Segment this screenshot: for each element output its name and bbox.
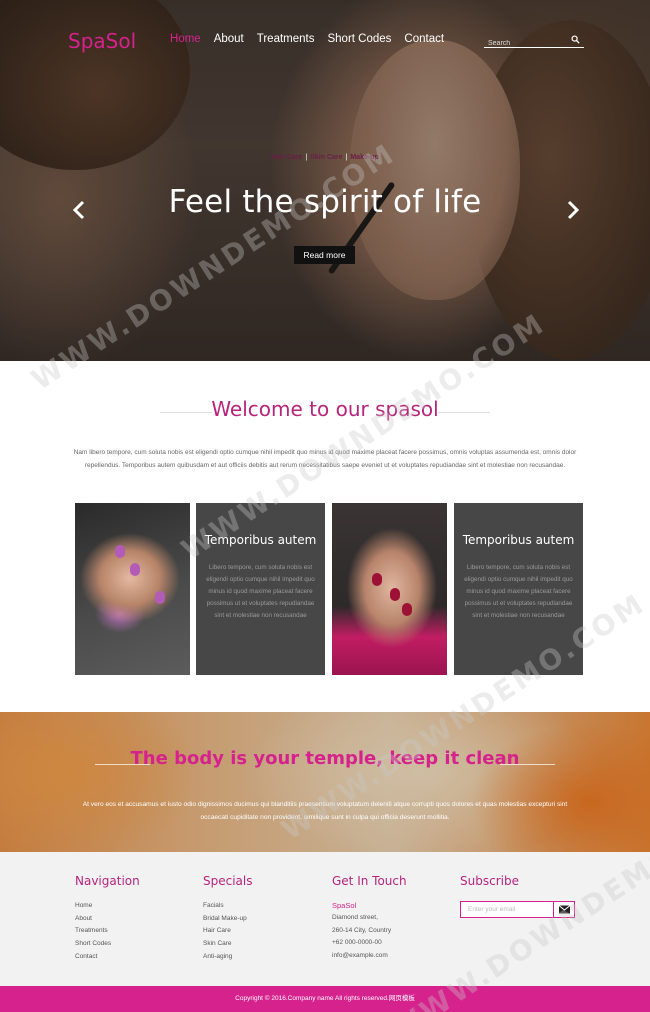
footer-brand: SpaSol	[332, 901, 357, 910]
quote-title: The body is your temple, keep it clean	[130, 748, 520, 769]
quote-band-overlay	[0, 712, 650, 852]
footer-link[interactable]: Bridal Make-up	[203, 913, 253, 926]
nail-shape	[402, 603, 412, 616]
service-card: Temporibus autem Libero tempore, cum sol…	[196, 503, 325, 675]
read-more-button[interactable]: Read more	[294, 246, 355, 264]
footer-link[interactable]: Contact	[75, 951, 140, 964]
quote-band	[0, 712, 650, 852]
footer-link[interactable]: Facials	[203, 900, 253, 913]
nail-shape	[155, 591, 165, 604]
hero-title: Feel the spirit of life	[168, 184, 482, 220]
footer-specials: Specials Facials Bridal Make-up Hair Car…	[203, 874, 253, 964]
copyright-bar: Copyright © 2016.Company name All rights…	[0, 986, 650, 1012]
tag-separator: |	[345, 154, 348, 161]
footer-heading: Specials	[203, 874, 253, 888]
hero-tag[interactable]: Make-up	[350, 154, 378, 161]
footer-navigation: Navigation Home About Treatments Short C…	[75, 874, 140, 964]
footer-link[interactable]: Treatments	[75, 925, 140, 938]
nav-item-home[interactable]: Home	[170, 33, 201, 45]
subscribe-form	[460, 901, 575, 918]
address-line: Diamond street,	[332, 914, 378, 921]
welcome-title: Welcome to our spasol	[211, 397, 439, 421]
quote-text: At vero eos et accusamus et iusto odio d…	[82, 801, 568, 821]
footer-link[interactable]: About	[75, 913, 140, 926]
nail-polish-photo	[332, 503, 447, 675]
search-input[interactable]	[484, 36, 566, 51]
slider-prev-arrow-icon[interactable]	[72, 200, 86, 220]
hero-tag[interactable]: Hair Care	[271, 154, 302, 161]
nail-shape	[372, 573, 382, 586]
phone-number: +62 000-0000-00	[332, 939, 382, 947]
service-card-text: Libero tempore, cum soluta nobis est eli…	[464, 564, 573, 619]
nail-shape	[390, 588, 400, 601]
main-nav: Home About Treatments Short Codes Contac…	[170, 33, 457, 45]
nail-shape	[115, 545, 125, 558]
footer-link[interactable]: Home	[75, 900, 140, 913]
nav-item-short-codes[interactable]: Short Codes	[327, 33, 391, 45]
email-link[interactable]: info@example.com	[332, 950, 407, 963]
hero-tags: Hair Care | Skin Care | Make-up	[0, 154, 650, 161]
service-card-title: Temporibus autem	[462, 533, 575, 547]
welcome-text: Nam libero tempore, cum soluta nobis est…	[73, 449, 577, 469]
nail-shape	[130, 563, 140, 576]
nav-item-about[interactable]: About	[214, 33, 244, 45]
footer-heading: Navigation	[75, 874, 140, 888]
hero-slider	[0, 0, 650, 361]
envelope-icon	[558, 905, 571, 914]
footer-contact: Get In Touch SpaSol Diamond street, 260-…	[332, 874, 407, 963]
footer-link[interactable]: Hair Care	[203, 925, 253, 938]
service-card: Temporibus autem Libero tempore, cum sol…	[454, 503, 583, 675]
footer-subscribe: Subscribe	[460, 874, 519, 900]
welcome-heading: Welcome to our spasol	[0, 397, 650, 421]
footer-heading: Subscribe	[460, 874, 519, 888]
service-card-text: Libero tempore, cum soluta nobis est eli…	[206, 564, 315, 619]
footer-heading: Get In Touch	[332, 874, 407, 888]
hero-tag[interactable]: Skin Care	[310, 154, 342, 161]
footer-link[interactable]: Short Codes	[75, 938, 140, 951]
search-icon[interactable]	[571, 35, 580, 44]
footer-link[interactable]: Anti-aging	[203, 951, 253, 964]
footer-link[interactable]: Skin Care	[203, 938, 253, 951]
subscribe-email-input[interactable]	[461, 902, 554, 917]
search-box	[484, 32, 584, 51]
logo[interactable]: SpaSol	[68, 29, 136, 53]
tag-separator: |	[305, 154, 308, 161]
hero-overlay	[0, 0, 650, 361]
slider-next-arrow-icon[interactable]	[566, 200, 580, 220]
nav-item-treatments[interactable]: Treatments	[257, 33, 315, 45]
manicure-photo	[75, 503, 190, 675]
address-line: 260-14 City, Country	[332, 926, 392, 934]
subscribe-button[interactable]	[553, 902, 574, 917]
nav-item-contact[interactable]: Contact	[404, 33, 444, 45]
service-card-title: Temporibus autem	[204, 533, 317, 547]
